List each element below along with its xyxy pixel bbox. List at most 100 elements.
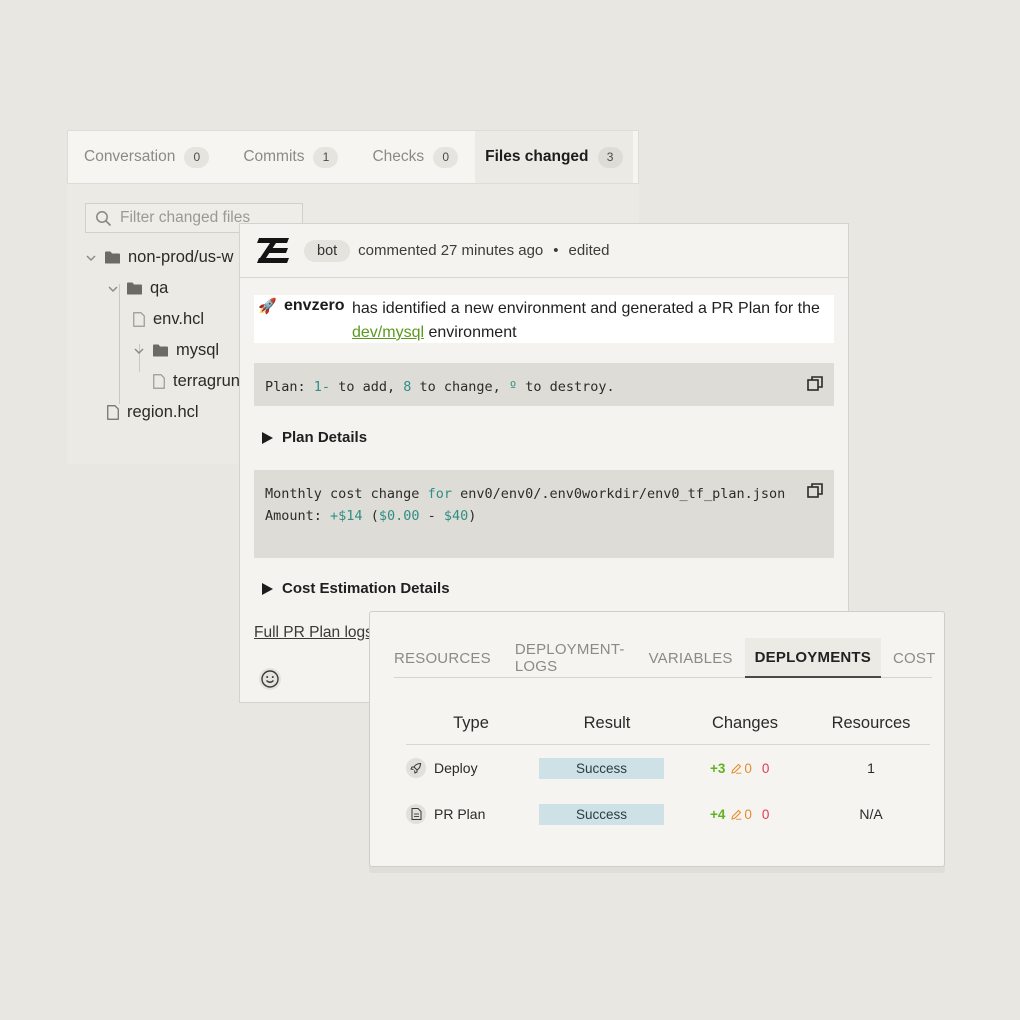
separator-dot: • — [553, 242, 559, 259]
tab-count-badge: 1 — [313, 146, 339, 168]
tree-label: terragrun — [173, 372, 240, 390]
changed-count: 0 — [731, 807, 752, 822]
plan-summary-code: Plan: 1- to add, 8 to change, º to destr… — [254, 363, 834, 406]
code-token: to add, — [338, 379, 396, 395]
comment-header: bot commented 27 minutes ago • edited — [240, 224, 848, 278]
comment-meta: commented 27 minutes ago — [358, 242, 544, 259]
tree-label: mysql — [176, 341, 220, 359]
code-token: ( — [370, 508, 379, 524]
env0-logo-icon — [257, 237, 289, 263]
tab-deployments[interactable]: DEPLOYMENTS — [744, 638, 882, 678]
deleted-count: 0 — [761, 760, 770, 776]
tab-label: Commits — [243, 148, 305, 165]
table-row[interactable]: Deploy Success +3 0 0 1 — [406, 745, 930, 791]
cost-range-low: $0.00 — [378, 508, 420, 524]
table-row[interactable]: PR Plan Success +4 0 0 N/A — [406, 791, 930, 837]
result-cell: Success — [536, 803, 678, 825]
code-token: ) — [468, 508, 477, 524]
deployment-type: PR Plan — [434, 806, 486, 822]
rocket-icon: 🚀 — [258, 298, 277, 315]
code-line: Monthly cost change for env0/env0/.env0w… — [265, 483, 823, 505]
file-icon — [153, 374, 165, 389]
file-icon — [107, 405, 119, 420]
code-token: Monthly cost change — [265, 486, 420, 502]
tree-guide-line — [119, 284, 120, 404]
details-label: Cost Estimation Details — [282, 580, 450, 597]
plan-details-toggle[interactable]: Plan Details — [262, 429, 367, 446]
tab-variables[interactable]: VARIABLES — [637, 638, 745, 678]
tab-deployment-logs[interactable]: DEPLOYMENT-LOGS — [503, 638, 637, 678]
changes-cell: +3 0 0 — [678, 761, 812, 776]
folder-icon — [127, 282, 142, 295]
tree-file-terragrunt[interactable]: terragrun — [153, 372, 240, 391]
tab-cost[interactable]: COST — [881, 638, 944, 678]
cost-amount: +$14 — [330, 508, 363, 524]
tab-commits[interactable]: Commits 1 — [226, 131, 355, 183]
cost-details-toggle[interactable]: Cost Estimation Details — [262, 580, 450, 597]
message-suffix: environment — [428, 324, 517, 341]
code-path: env0/env0/.env0workdir/env0_tf_plan.json — [460, 486, 786, 502]
edited-label[interactable]: edited — [569, 242, 610, 259]
deployment-tab-bar: RESOURCES DEPLOYMENT-LOGS VARIABLES DEPL… — [394, 638, 935, 678]
code-token: to change, — [419, 379, 501, 395]
details-label: Plan Details — [282, 429, 368, 446]
folder-icon — [105, 251, 120, 264]
changed-value: 0 — [744, 760, 752, 776]
copy-icon[interactable] — [806, 375, 824, 393]
message-prefix: has identified a new environment and gen… — [352, 300, 820, 317]
code-token: Amount: — [265, 508, 322, 524]
full-plan-logs-link[interactable]: Full PR Plan logs — [254, 624, 373, 642]
tree-label: region.hcl — [127, 403, 199, 421]
tab-resources[interactable]: RESOURCES — [394, 638, 503, 678]
added-count: +4 — [710, 806, 726, 822]
code-line: Amount: +$14 ($0.00 - $40) — [265, 505, 823, 527]
column-header-resources: Resources — [831, 713, 911, 732]
plan-change-count: 8 — [403, 379, 412, 395]
deployments-panel: RESOURCES DEPLOYMENT-LOGS VARIABLES DEPL… — [369, 611, 945, 867]
type-cell: Deploy — [406, 758, 536, 778]
column-header-result: Result — [583, 713, 631, 732]
copy-icon[interactable] — [806, 482, 824, 500]
status-badge: Success — [539, 803, 664, 825]
caret-right-icon — [262, 431, 273, 444]
tree-file-region-hcl[interactable]: region.hcl — [107, 403, 199, 422]
type-cell: PR Plan — [406, 804, 536, 824]
tab-count-badge: 0 — [184, 146, 210, 168]
tab-files-changed[interactable]: Files changed 3 — [475, 131, 633, 183]
pr-tab-bar: Conversation 0 Commits 1 Checks 0 Files … — [67, 130, 639, 184]
table-header-row: Type Result Changes Resources — [406, 702, 930, 745]
chevron-down-icon — [86, 255, 96, 261]
tree-file-env-hcl[interactable]: env.hcl — [133, 310, 204, 329]
tab-count-badge: 0 — [433, 146, 459, 168]
tab-label: Files changed — [485, 148, 589, 165]
tab-conversation[interactable]: Conversation 0 — [68, 131, 226, 183]
deployment-type: Deploy — [434, 760, 478, 776]
plan-destroy-count: º — [508, 379, 518, 395]
smiley-icon[interactable] — [258, 667, 282, 691]
resources-count: N/A — [859, 806, 883, 822]
code-token: to destroy. — [525, 379, 615, 395]
author-badge: bot — [304, 239, 351, 262]
mention-user[interactable]: envzero — [284, 297, 344, 315]
changes-cell: +4 0 0 — [678, 807, 812, 822]
pencil-icon — [731, 763, 742, 774]
added-count: +3 — [710, 760, 726, 776]
pencil-icon — [731, 809, 742, 820]
changed-value: 0 — [744, 806, 752, 822]
folder-icon — [153, 344, 168, 357]
tree-label: qa — [150, 279, 169, 297]
tree-label: env.hcl — [153, 310, 205, 328]
chevron-down-icon — [134, 348, 144, 354]
tab-checks[interactable]: Checks 0 — [355, 131, 475, 183]
environment-link[interactable]: dev/mysql — [352, 324, 424, 341]
plan-add-count: 1- — [313, 379, 331, 395]
mention-text: has identified a new environment and gen… — [352, 297, 832, 345]
tree-folder-qa[interactable]: qa — [107, 279, 168, 298]
tree-folder-non-prod[interactable]: non-prod/us-w — [85, 248, 233, 267]
code-token: - — [427, 508, 436, 524]
tree-label: non-prod/us-w — [128, 248, 234, 266]
result-cell: Success — [536, 757, 678, 779]
search-icon — [96, 210, 112, 226]
tab-count-badge: 3 — [597, 146, 623, 168]
tree-folder-mysql[interactable]: mysql — [133, 341, 219, 360]
